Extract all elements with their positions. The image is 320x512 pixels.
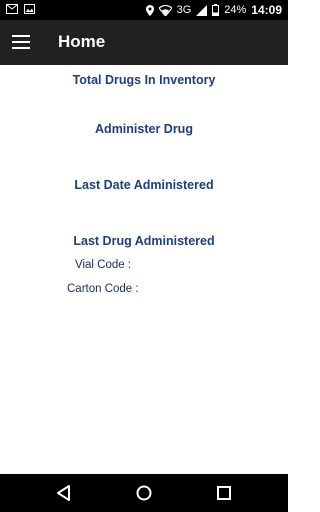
vial-code-label: Vial Code : (75, 259, 132, 271)
image-icon (24, 4, 35, 14)
battery-percent: 24% (224, 4, 247, 16)
status-bar: 3G 24% 14:09 (0, 0, 288, 20)
navigation-bar (0, 474, 288, 512)
app-bar: Home (0, 20, 288, 65)
wifi-icon (158, 4, 172, 16)
clock: 14:09 (251, 3, 282, 17)
last-drug-heading: Last Drug Administered (73, 234, 215, 248)
carton-code-label: Carton Code : (67, 283, 139, 295)
recents-icon[interactable] (214, 483, 234, 503)
network-type: 3G (176, 4, 192, 16)
back-icon[interactable] (54, 483, 74, 503)
total-drugs-heading[interactable]: Total Drugs In Inventory (0, 73, 288, 87)
page-title: Home (58, 32, 106, 51)
signal-icon (196, 4, 208, 16)
status-indicators: 3G 24% 14:09 (145, 3, 282, 17)
last-date-heading: Last Date Administered (74, 178, 214, 192)
gmail-icon (6, 4, 18, 14)
menu-icon[interactable] (12, 35, 30, 49)
administer-drug-heading[interactable]: Administer Drug (0, 122, 288, 136)
battery-icon (212, 4, 220, 16)
status-notifications (6, 4, 35, 14)
location-icon (145, 4, 154, 16)
home-icon[interactable] (134, 483, 154, 503)
